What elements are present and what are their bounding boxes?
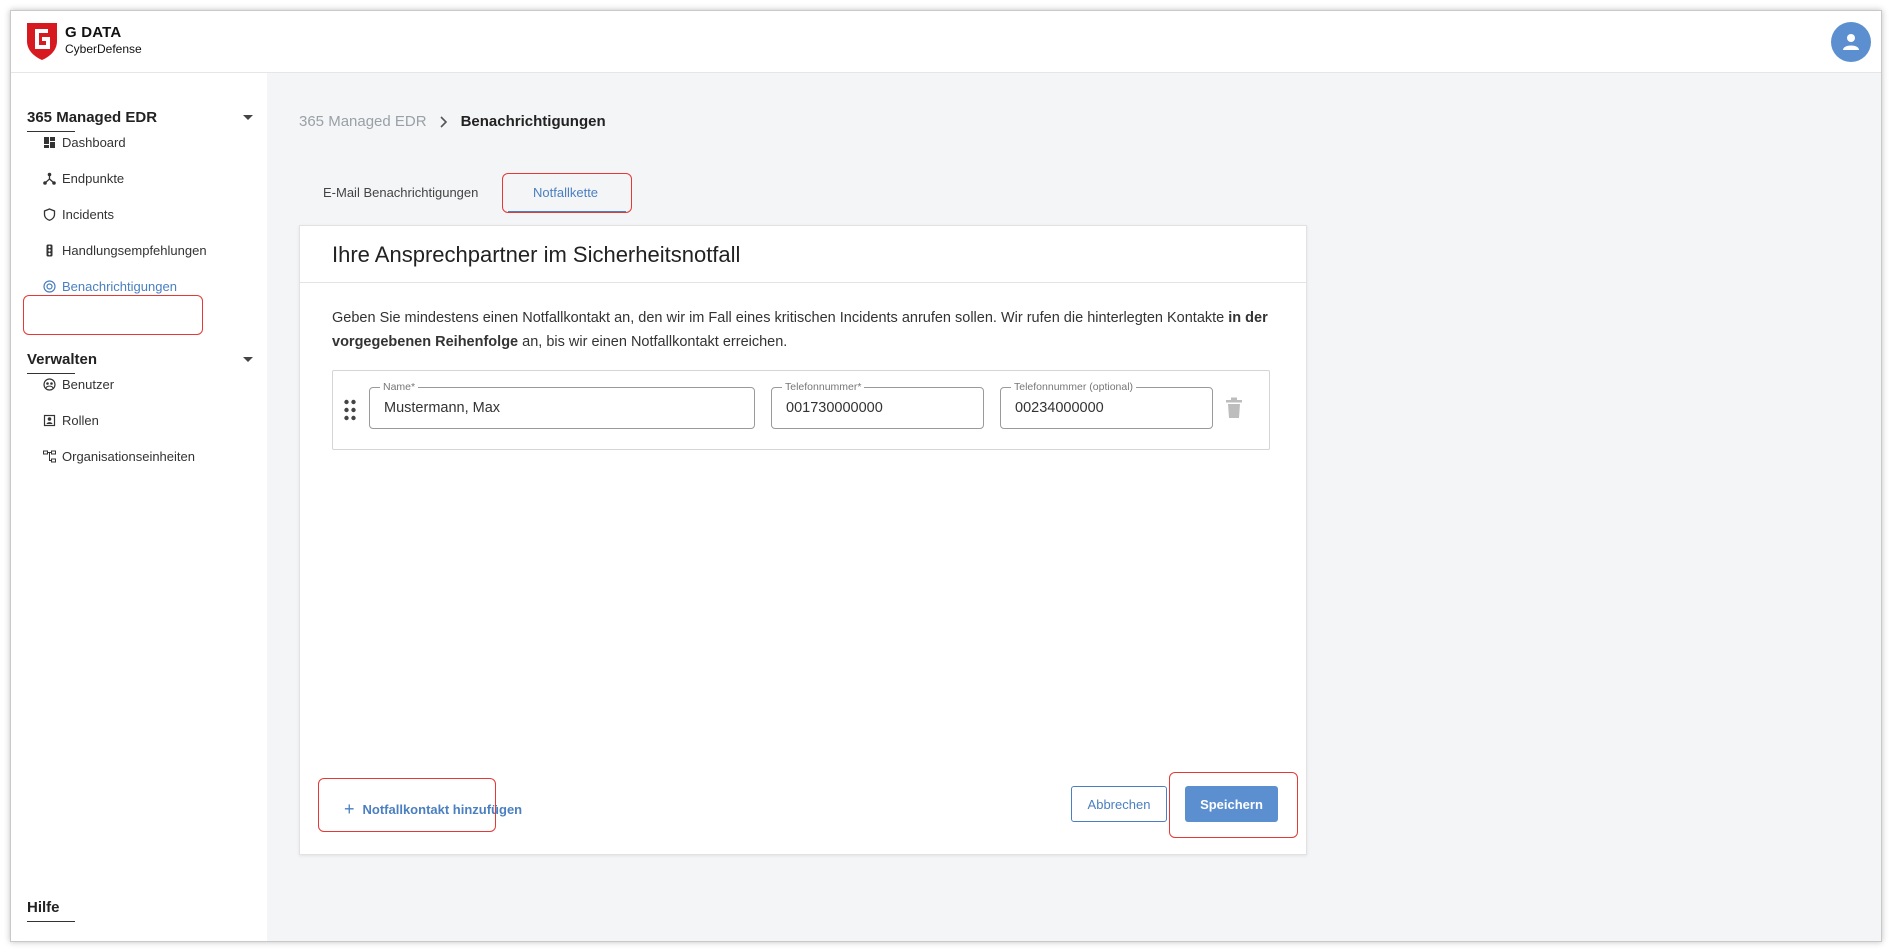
logo[interactable]: G DATA CyberDefense bbox=[25, 21, 142, 61]
delete-contact-icon[interactable] bbox=[1225, 397, 1243, 419]
drag-handle-icon[interactable] bbox=[343, 399, 357, 421]
phone-optional-field-value: 00234000000 bbox=[1015, 400, 1104, 416]
phone-field-label: Telefonnummer* bbox=[782, 381, 865, 393]
org-tree-icon bbox=[43, 450, 56, 462]
sidebar-item-label: Endpunkte bbox=[62, 170, 125, 186]
sidebar-item-organisationseinheiten[interactable]: Organisationseinheiten bbox=[43, 445, 195, 467]
card-title: Ihre Ansprechpartner im Sicherheitsnotfa… bbox=[332, 242, 741, 267]
highlight-frame bbox=[23, 295, 203, 335]
name-field[interactable]: Name* Mustermann, Max bbox=[369, 381, 755, 429]
sidebar-item-rollen[interactable]: Rollen bbox=[43, 409, 99, 431]
user-group-icon bbox=[43, 377, 56, 391]
phone-optional-field-label: Telefonnummer (optional) bbox=[1011, 381, 1137, 393]
chevron-down-icon[interactable] bbox=[243, 357, 253, 362]
emergency-contacts-card: Ihre Ansprechpartner im Sicherheitsnotfa… bbox=[299, 225, 1307, 855]
phone-field-value: 001730000000 bbox=[786, 400, 883, 416]
g-data-shield-icon bbox=[27, 23, 57, 60]
name-field-value: Mustermann, Max bbox=[384, 400, 501, 416]
sidebar-help-link[interactable]: Hilfe bbox=[27, 899, 75, 922]
divider bbox=[300, 282, 1306, 283]
sidebar-item-label: Dashboard bbox=[62, 134, 126, 150]
name-field-label: Name* bbox=[380, 381, 419, 393]
shield-icon bbox=[43, 207, 56, 221]
breadcrumb-item-managed-edr[interactable]: 365 Managed EDR bbox=[299, 113, 427, 130]
network-nodes-icon bbox=[43, 172, 56, 185]
user-avatar-icon bbox=[1843, 34, 1859, 50]
help-label: Hilfe bbox=[27, 899, 60, 916]
logo-title: G DATA bbox=[65, 24, 122, 41]
app-window: G DATA CyberDefense 365 Managed EDR Dash… bbox=[10, 10, 1882, 942]
sidebar-section-verwalten[interactable]: Verwalten bbox=[27, 351, 98, 374]
tab-email-benachrichtigungen[interactable]: E-Mail Benachrichtigungen bbox=[323, 185, 478, 200]
phone-field[interactable]: Telefonnummer* 001730000000 bbox=[771, 381, 984, 429]
sidebar-item-handlungsempfehlungen[interactable]: Handlungsempfehlungen bbox=[43, 239, 207, 261]
traffic-light-icon bbox=[46, 244, 53, 256]
sidebar-item-label: Benachrichtigungen bbox=[62, 278, 177, 294]
sidebar-item-benachrichtigungen[interactable]: Benachrichtigungen bbox=[43, 275, 177, 297]
top-header: G DATA CyberDefense bbox=[11, 11, 1881, 73]
phone-optional-field[interactable]: Telefonnummer (optional) 00234000000 bbox=[1000, 381, 1213, 429]
highlight-frame bbox=[502, 173, 632, 213]
breadcrumb: 365 Managed EDR Benachrichtigungen bbox=[299, 113, 606, 130]
contact-row: Name* Mustermann, Max Telefonnummer* 001… bbox=[332, 370, 1270, 450]
description-text: Geben Sie mindestens einen Notfallkontak… bbox=[332, 310, 1225, 326]
sidebar-item-label: Rollen bbox=[62, 412, 99, 428]
sidebar-item-incidents[interactable]: Incidents bbox=[43, 203, 114, 225]
sidebar-item-benutzer[interactable]: Benutzer bbox=[43, 373, 114, 395]
sidebar-item-label: Handlungsempfehlungen bbox=[62, 242, 207, 258]
logo-subtitle: CyberDefense bbox=[65, 42, 142, 56]
sidebar-item-label: Incidents bbox=[62, 206, 115, 222]
sidebar-item-label: Benutzer bbox=[62, 376, 115, 392]
chevron-down-icon[interactable] bbox=[243, 115, 253, 120]
sidebar-section-title: 365 Managed EDR bbox=[27, 109, 158, 126]
sidebar-section-title: Verwalten bbox=[27, 351, 98, 368]
sidebar-item-endpunkte[interactable]: Endpunkte bbox=[43, 167, 124, 189]
description-text: an, bis wir einen Notfallkontakt erreich… bbox=[522, 334, 788, 350]
sidebar-section-managed-edr[interactable]: 365 Managed EDR bbox=[27, 109, 158, 132]
sidebar-item-dashboard[interactable]: Dashboard bbox=[43, 131, 126, 153]
role-badge-icon bbox=[43, 414, 56, 426]
sidebar: 365 Managed EDR Dashboard Endpunkte Inci… bbox=[11, 73, 267, 941]
user-avatar-button[interactable] bbox=[1831, 22, 1871, 62]
highlight-frame bbox=[1169, 772, 1298, 838]
sidebar-item-label: Organisationseinheiten bbox=[62, 448, 195, 464]
highlight-frame bbox=[318, 778, 496, 832]
breadcrumb-item-current: Benachrichtigungen bbox=[460, 113, 606, 130]
dashboard-icon bbox=[44, 136, 55, 148]
cancel-button[interactable]: Abbrechen bbox=[1071, 786, 1167, 822]
notification-icon bbox=[43, 279, 56, 293]
main-content: 365 Managed EDR Benachrichtigungen E-Mai… bbox=[267, 73, 1881, 941]
card-description: Geben Sie mindestens einen Notfallkontak… bbox=[332, 306, 1292, 354]
chevron-right-icon bbox=[440, 115, 447, 128]
